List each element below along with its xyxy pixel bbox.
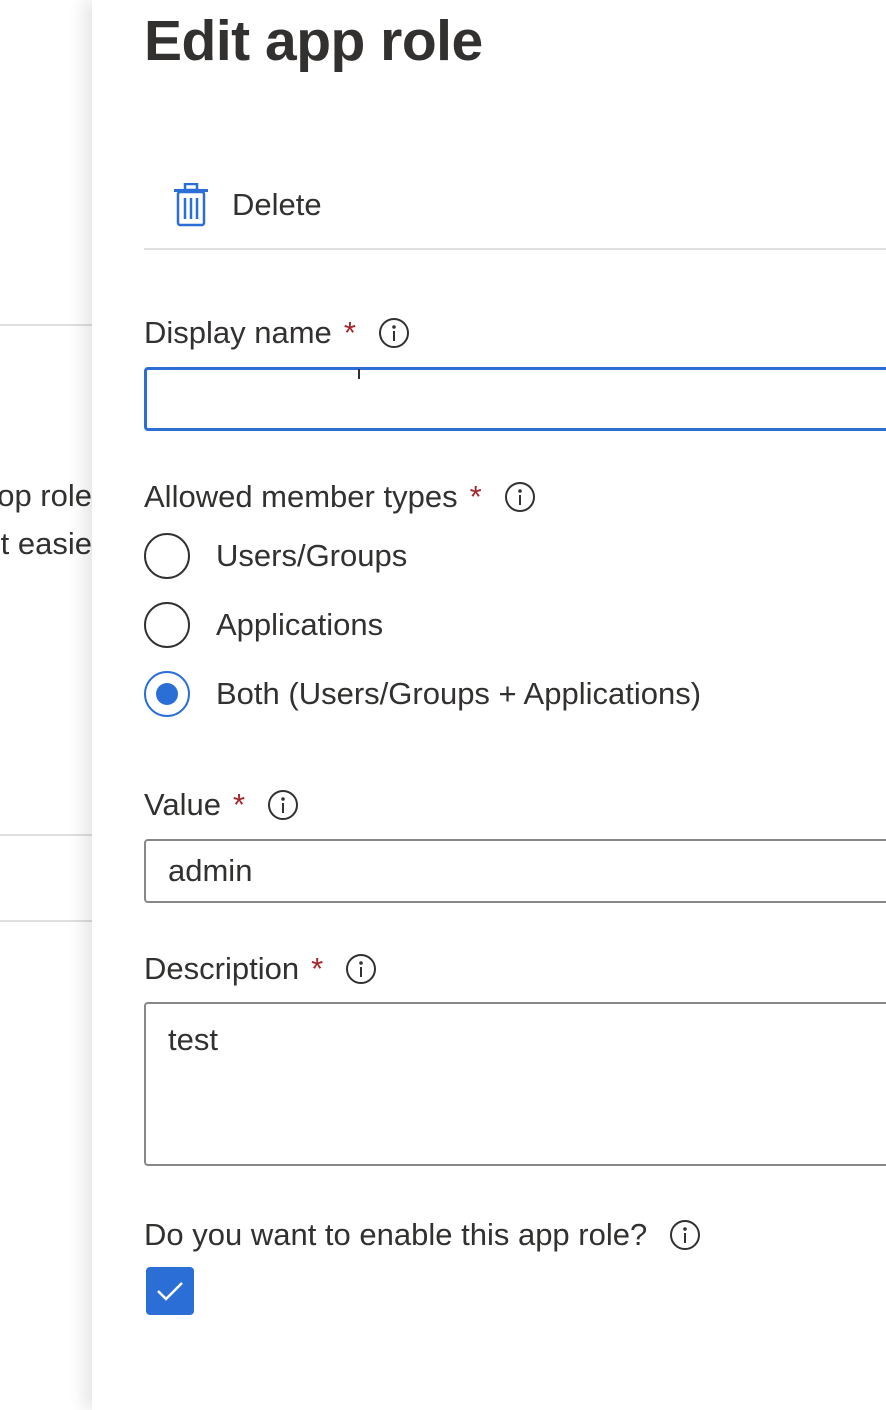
page-title: Edit app role <box>144 9 483 73</box>
text-caret <box>358 369 360 379</box>
delete-button-label: Delete <box>232 187 322 222</box>
value-label: Value * <box>144 784 299 826</box>
delete-button[interactable]: Delete <box>166 180 328 230</box>
background-divider <box>0 920 92 922</box>
radio-button-selected[interactable] <box>144 671 190 717</box>
radio-label: Applications <box>216 607 384 642</box>
radio-option-applications[interactable]: Applications <box>144 599 383 651</box>
screen: op role t easie Edit app role Delete Dis… <box>0 0 886 1410</box>
display-name-label-text: Display name <box>144 315 332 350</box>
radio-option-users-groups[interactable]: Users/Groups <box>144 530 407 582</box>
background-text-fragment: op role <box>0 478 92 513</box>
value-label-text: Value <box>144 787 221 822</box>
value-input[interactable] <box>144 839 886 903</box>
edit-app-role-panel: Edit app role Delete Display name * Allo… <box>92 0 886 1410</box>
radio-button[interactable] <box>144 602 190 648</box>
required-asterisk: * <box>311 951 324 986</box>
member-types-label-text: Allowed member types <box>144 479 458 514</box>
background-divider <box>0 834 92 836</box>
display-name-input[interactable] <box>144 367 886 431</box>
description-label-text: Description <box>144 951 300 986</box>
background-text-fragment: t easie <box>0 526 92 561</box>
trash-icon <box>172 182 210 227</box>
info-icon[interactable] <box>267 789 299 821</box>
info-icon[interactable] <box>504 481 536 513</box>
required-asterisk: * <box>469 479 482 514</box>
enable-checkbox[interactable] <box>146 1267 194 1315</box>
checkmark-icon <box>157 1282 183 1301</box>
required-asterisk: * <box>343 315 356 350</box>
enable-label: Do you want to enable this app role? <box>144 1214 701 1256</box>
info-icon[interactable] <box>378 317 410 349</box>
background-divider <box>0 324 92 326</box>
info-icon[interactable] <box>669 1219 701 1251</box>
command-bar: Delete <box>144 170 886 250</box>
radio-option-both[interactable]: Both (Users/Groups + Applications) <box>144 668 701 720</box>
description-textarea[interactable]: test <box>144 1002 886 1166</box>
radio-button[interactable] <box>144 533 190 579</box>
description-label: Description * <box>144 948 377 990</box>
radio-label: Users/Groups <box>216 538 408 573</box>
background-page: op role t easie <box>0 0 92 1410</box>
enable-label-text: Do you want to enable this app role? <box>144 1217 648 1252</box>
display-name-label: Display name * <box>144 312 410 354</box>
required-asterisk: * <box>233 787 246 822</box>
radio-label: Both (Users/Groups + Applications) <box>216 676 702 711</box>
info-icon[interactable] <box>345 953 377 985</box>
member-types-label: Allowed member types * <box>144 476 536 518</box>
